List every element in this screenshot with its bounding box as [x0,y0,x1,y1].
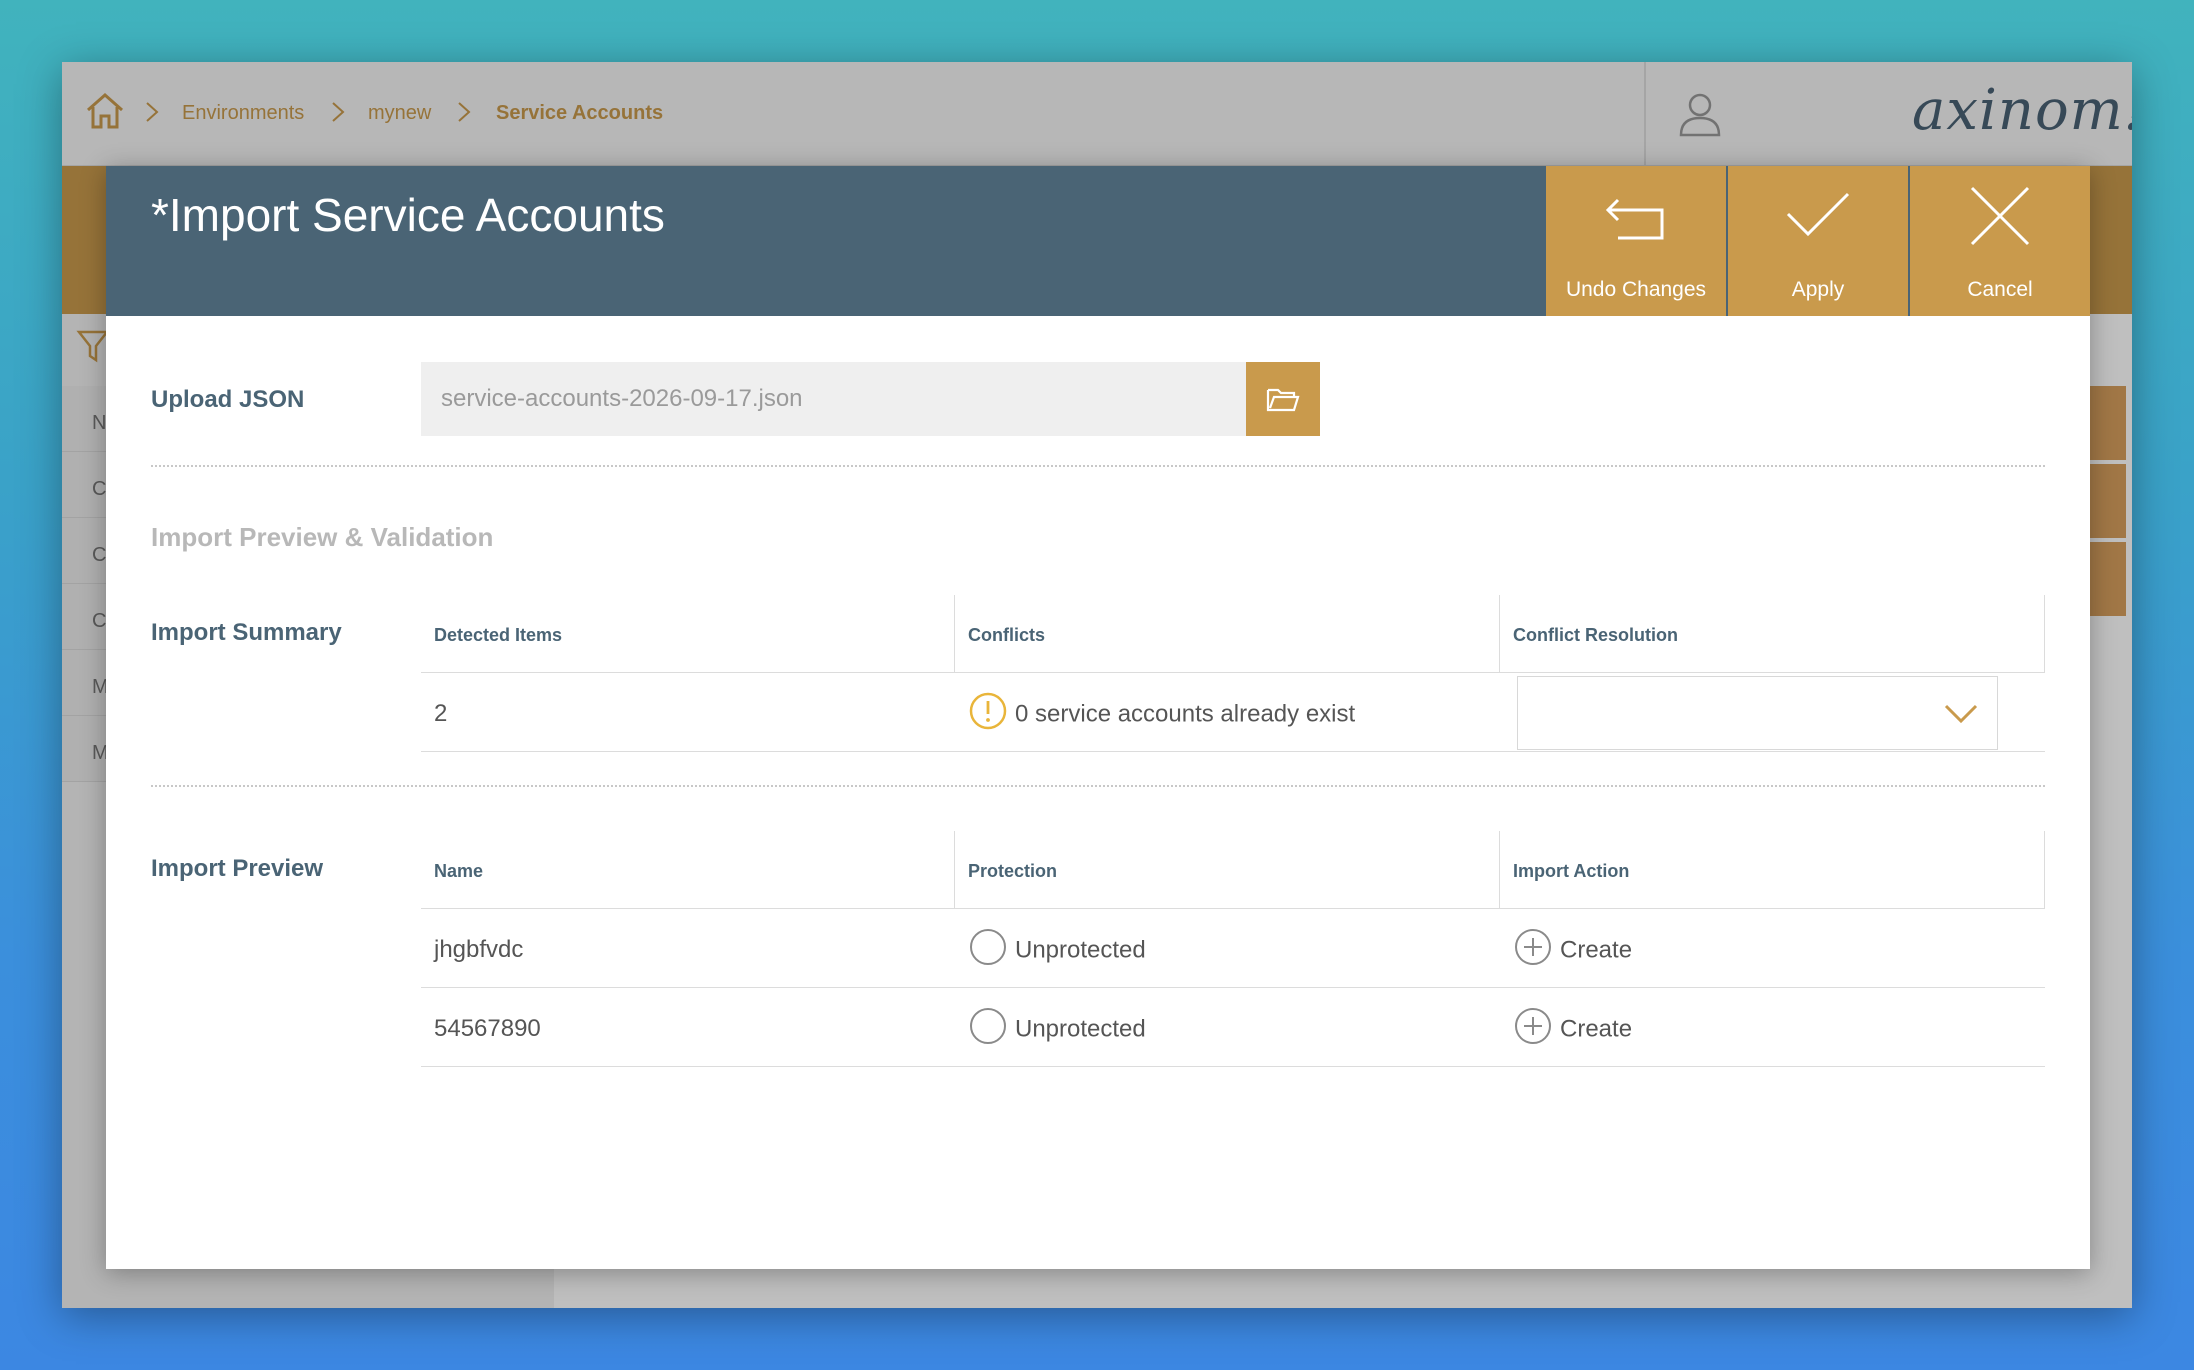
row-name: 54567890 [434,1015,541,1042]
plus-circle-icon [1515,929,1551,965]
conflict-resolution-select[interactable] [1517,676,1998,750]
table-row: 2 0 service accounts already exist [421,673,2045,752]
close-icon [1970,186,2030,246]
import-summary-table: Detected Items Conflicts Conflict Resolu… [421,595,2045,753]
table-header: Detected Items Conflicts Conflict Resolu… [421,595,2045,673]
row-name: jhgbfvdc [434,936,524,963]
table-row[interactable]: jhgbfvdc Unprotected Create [421,909,2045,988]
plus-circle-icon [1515,1008,1551,1044]
column-header-protection: Protection [954,831,1499,909]
browse-file-button[interactable] [1246,362,1320,436]
detected-items-value: 2 [434,700,448,727]
modal-header: *Import Service Accounts Undo Changes Ap… [106,166,2090,316]
column-header-detected-items: Detected Items [434,625,563,645]
column-header-name: Name [434,861,484,881]
undo-changes-button[interactable]: Undo Changes [1546,166,1726,316]
cancel-button[interactable]: Cancel [1910,166,2090,316]
protection-text: Unprotected [1015,936,1146,964]
undo-icon [1605,198,1664,240]
conflicts-text: 0 service accounts already exist [1015,700,1356,728]
preview-validation-title: Import Preview & Validation [151,522,494,552]
import-action-cell: Create [1501,909,1632,987]
upload-json-label: Upload JSON [151,386,305,413]
table-header: Name Protection Import Action [421,831,2045,909]
protection-text: Unprotected [1015,1015,1146,1043]
cancel-label: Cancel [1967,278,2033,301]
column-header-conflict-resolution: Conflict Resolution [1499,595,2045,673]
section-divider [151,785,2045,787]
unprotected-circle-icon [970,929,1006,965]
protection-cell: Unprotected [956,988,1146,1066]
undo-changes-label: Undo Changes [1565,278,1707,301]
table-row[interactable]: 54567890 Unprotected Create [421,988,2045,1067]
upload-json-field[interactable] [421,362,1247,436]
protection-cell: Unprotected [956,909,1146,987]
column-header-conflicts: Conflicts [954,595,1499,673]
chevron-down-icon [1944,704,1978,724]
checkmark-icon [1786,192,1850,237]
modal-title: *Import Service Accounts [151,189,665,241]
import-preview-label: Import Preview [151,855,324,882]
column-header-import-action: Import Action [1499,831,2045,909]
import-summary-label: Import Summary [151,619,342,646]
conflicts-cell: 0 service accounts already exist [956,673,1355,751]
import-action-text: Create [1560,1015,1633,1043]
section-divider [151,465,2045,467]
warning-icon [969,692,1007,730]
folder-icon [1266,388,1300,412]
unprotected-circle-icon [970,1008,1006,1044]
import-preview-table: Name Protection Import Action jhgbfvdc U… [421,831,2045,1067]
apply-label: Apply [1791,278,1845,301]
import-action-cell: Create [1501,988,1632,1066]
import-modal: *Import Service Accounts Undo Changes Ap… [106,166,2090,1269]
apply-button[interactable]: Apply [1728,166,1908,316]
import-action-text: Create [1560,936,1633,964]
